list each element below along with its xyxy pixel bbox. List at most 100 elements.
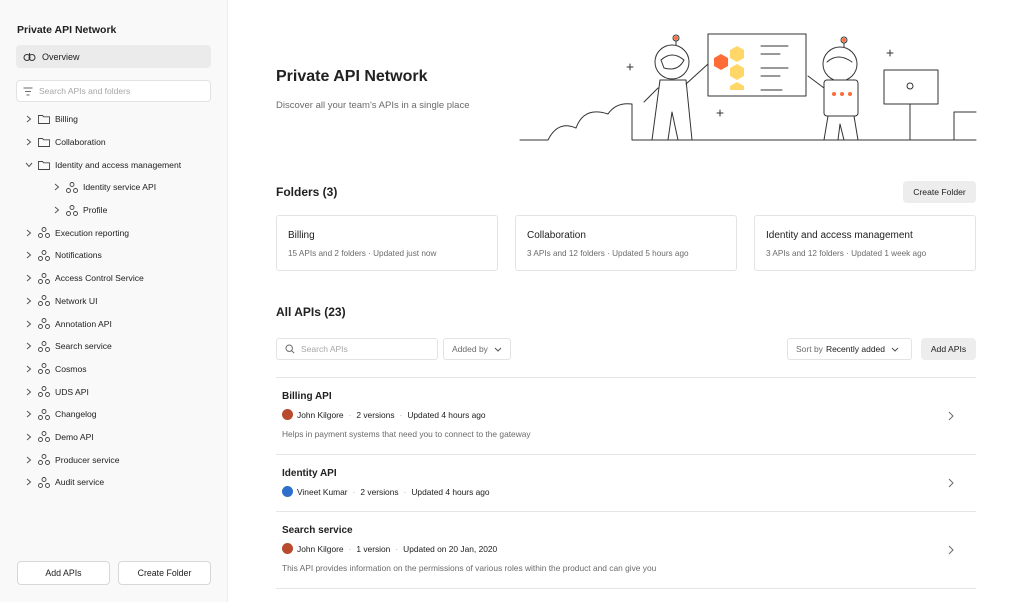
- sidebar-item-identity-service-api[interactable]: Identity service API: [0, 176, 228, 199]
- chevron-right-icon[interactable]: [24, 342, 34, 350]
- chevron-down-icon[interactable]: [24, 162, 34, 168]
- sidebar-item-cosmos[interactable]: Cosmos: [0, 358, 228, 381]
- sidebar-item-profile[interactable]: Profile: [0, 199, 228, 222]
- chevron-right-icon[interactable]: [24, 115, 34, 123]
- chevron-right-icon[interactable]: [24, 456, 34, 464]
- api-row[interactable]: Identity API Vineet Kumar · 2 versions ·…: [276, 455, 976, 512]
- chevron-right-icon[interactable]: [24, 138, 34, 146]
- sidebar-item-changelog[interactable]: Changelog: [0, 403, 228, 426]
- page-title: Private API Network: [276, 68, 428, 85]
- api-icon: [38, 363, 51, 375]
- api-icon: [66, 181, 79, 193]
- chevron-right-icon[interactable]: [24, 229, 34, 237]
- sidebar-item-label: Annotation API: [55, 318, 112, 329]
- api-author: John Kilgore: [297, 409, 344, 420]
- folder-card-meta: 15 APIs and 2 folders · Updated just now: [288, 249, 437, 258]
- page-subtitle: Discover all your team's APIs in a singl…: [276, 100, 470, 111]
- chevron-right-icon[interactable]: [52, 183, 62, 191]
- main-content: Private API Network Discover all your te…: [228, 0, 1024, 602]
- sidebar-item-notifications[interactable]: Notifications: [0, 244, 228, 267]
- overview-icon: [23, 53, 36, 61]
- sidebar-item-label: Network UI: [55, 295, 98, 306]
- added-by-dropdown[interactable]: Added by: [443, 338, 511, 360]
- api-description: This API provides information on the per…: [282, 563, 657, 573]
- sidebar-item-uds-api[interactable]: UDS API: [0, 380, 228, 403]
- sidebar-item-overview[interactable]: Overview: [16, 45, 211, 68]
- sidebar-item-annotation-api[interactable]: Annotation API: [0, 312, 228, 335]
- sidebar-item-collaboration[interactable]: Collaboration: [0, 131, 228, 154]
- chevron-down-icon: [891, 347, 899, 352]
- chevron-right-icon: [948, 545, 954, 555]
- folders-heading: Folders (3): [276, 185, 338, 199]
- api-icon: [38, 476, 51, 488]
- astronaut-illustration: [519, 33, 977, 141]
- sort-prefix: Sort by: [796, 344, 823, 354]
- chevron-right-icon[interactable]: [24, 274, 34, 282]
- sort-value: Recently added: [825, 344, 886, 354]
- chevron-right-icon[interactable]: [24, 410, 34, 418]
- chevron-right-icon[interactable]: [24, 251, 34, 259]
- add-apis-button[interactable]: Add APIs: [921, 338, 976, 360]
- separator-dot: ·: [348, 409, 352, 420]
- api-icon: [38, 272, 51, 284]
- api-row[interactable]: Search service John Kilgore · 1 version …: [276, 512, 976, 589]
- sidebar-item-access-control-service[interactable]: Access Control Service: [0, 267, 228, 290]
- sidebar-item-label: Search service: [55, 341, 112, 352]
- sidebar-item-label: Billing: [55, 114, 78, 125]
- sidebar-item-audit-service[interactable]: Audit service: [0, 471, 228, 494]
- sidebar-add-apis-button[interactable]: Add APIs: [17, 561, 110, 585]
- chevron-right-icon: [948, 411, 954, 421]
- sidebar-item-identity-and-access-management[interactable]: Identity and access management: [0, 153, 228, 176]
- api-author: John Kilgore: [297, 543, 344, 554]
- api-search[interactable]: [276, 338, 438, 360]
- sidebar-search-input[interactable]: [39, 86, 199, 96]
- chevron-right-icon[interactable]: [24, 433, 34, 441]
- folder-card[interactable]: Identity and access management 3 APIs an…: [754, 215, 976, 271]
- api-row[interactable]: Billing API John Kilgore · 2 versions · …: [276, 378, 976, 455]
- sidebar-item-network-ui[interactable]: Network UI: [0, 290, 228, 313]
- sidebar-item-label: Notifications: [55, 250, 102, 261]
- folder-card[interactable]: Collaboration 3 APIs and 12 folders · Up…: [515, 215, 737, 271]
- chevron-right-icon[interactable]: [24, 365, 34, 373]
- chevron-right-icon[interactable]: [52, 206, 62, 214]
- chevron-right-icon[interactable]: [24, 388, 34, 396]
- avatar: [282, 543, 293, 554]
- api-meta: John Kilgore · 1 version · Updated on 20…: [282, 543, 976, 554]
- api-icon: [38, 227, 51, 239]
- folder-icon: [38, 114, 51, 125]
- sidebar-title: Private API Network: [17, 24, 117, 36]
- sidebar-search[interactable]: [16, 80, 211, 102]
- api-icon: [38, 340, 51, 352]
- sidebar-item-producer-service[interactable]: Producer service: [0, 448, 228, 471]
- chevron-right-icon[interactable]: [24, 320, 34, 328]
- sidebar-item-search-service[interactable]: Search service: [0, 335, 228, 358]
- api-updated: Updated 4 hours ago: [407, 409, 486, 420]
- api-name: Billing API: [282, 391, 332, 402]
- create-folder-button[interactable]: Create Folder: [903, 181, 976, 203]
- api-icon: [38, 295, 51, 307]
- api-search-input[interactable]: [301, 344, 421, 354]
- sidebar-item-execution-reporting[interactable]: Execution reporting: [0, 221, 228, 244]
- overview-label: Overview: [42, 51, 80, 62]
- chevron-right-icon[interactable]: [24, 297, 34, 305]
- sidebar-item-label: Collaboration: [55, 137, 106, 148]
- folder-card[interactable]: Billing 15 APIs and 2 folders · Updated …: [276, 215, 498, 271]
- api-icon: [38, 431, 51, 443]
- sidebar-item-label: Demo API: [55, 431, 94, 442]
- chevron-right-icon[interactable]: [24, 478, 34, 486]
- chevron-right-icon: [948, 478, 954, 488]
- api-icon: [66, 204, 79, 216]
- separator-dot: ·: [403, 486, 407, 497]
- sidebar-item-demo-api[interactable]: Demo API: [0, 426, 228, 449]
- sidebar-item-billing[interactable]: Billing: [0, 108, 228, 131]
- api-icon: [38, 386, 51, 398]
- api-name: Search service: [282, 525, 353, 536]
- sort-dropdown[interactable]: Sort by Recently added: [787, 338, 912, 360]
- sidebar-create-folder-button[interactable]: Create Folder: [118, 561, 211, 585]
- sidebar-item-label: Execution reporting: [55, 227, 130, 238]
- sidebar: Private API Network Overview Billing Coll…: [0, 0, 228, 602]
- separator-dot: ·: [348, 543, 352, 554]
- api-meta: John Kilgore · 2 versions · Updated 4 ho…: [282, 409, 976, 420]
- api-description: Helps in payment systems that need you t…: [282, 429, 531, 439]
- api-updated: Updated on 20 Jan, 2020: [403, 543, 498, 554]
